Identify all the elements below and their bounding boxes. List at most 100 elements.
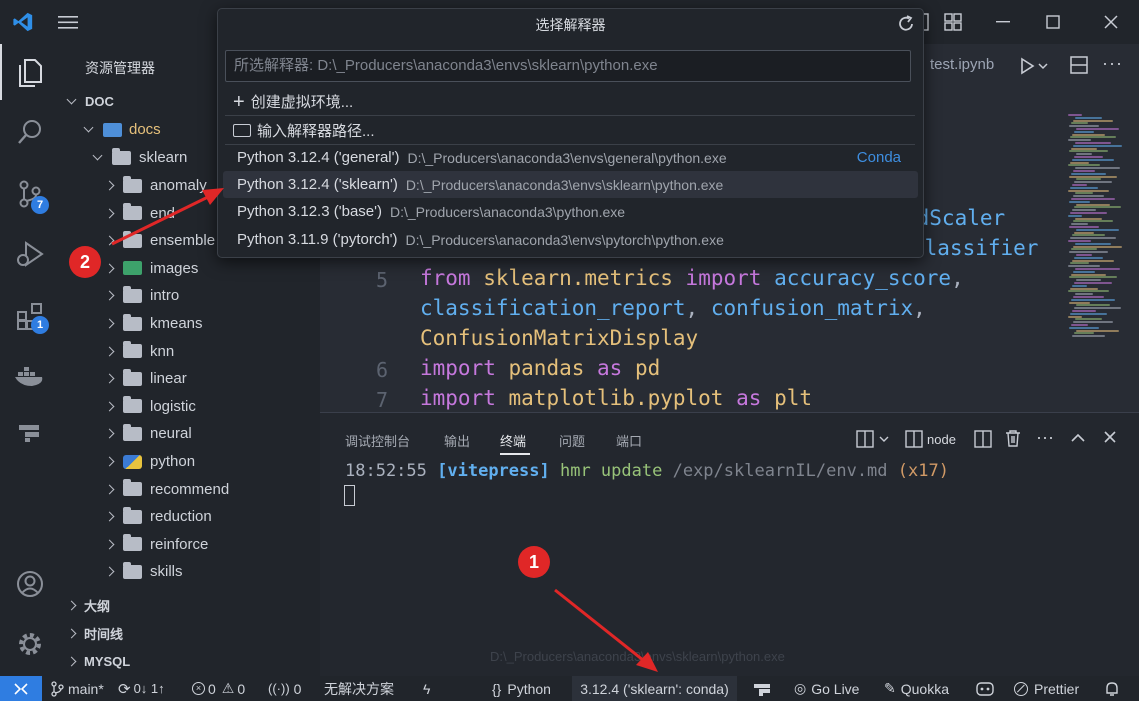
chevron-right-icon (104, 318, 115, 329)
folder-label: python (150, 453, 196, 470)
remote-explorer-icon[interactable] (0, 404, 60, 460)
folder-open-icon (112, 147, 131, 165)
terminal-layout-icon[interactable] (856, 430, 892, 453)
enter-path-action[interactable]: 输入解释器路径... (223, 117, 918, 144)
split-terminal-icon[interactable] (974, 430, 992, 453)
minimize-icon[interactable] (980, 0, 1026, 44)
section-timeline[interactable]: 时间线 (60, 620, 320, 647)
vscode-logo-icon (8, 0, 38, 44)
interpreter-option-pytorch[interactable]: Python 3.11.9 ('pytorch') D:\_Producers\… (223, 226, 918, 253)
split-editor-icon[interactable] (1070, 56, 1088, 79)
interpreter-input[interactable]: 所选解释器: D:\_Producers\anaconda3\envs\skle… (225, 50, 911, 82)
tree-folder-knn[interactable]: knn (60, 338, 320, 365)
folder-icon (123, 175, 142, 193)
section-mysql[interactable]: MYSQL (60, 648, 320, 675)
close-panel-icon[interactable] (1103, 430, 1117, 449)
more-actions-icon[interactable]: ··· (1102, 53, 1123, 74)
menu-icon[interactable] (54, 0, 82, 44)
problems-indicator[interactable]: × 0 ⚠ 0 (192, 676, 245, 701)
interpreter-option-sklearn[interactable]: Python 3.12.4 ('sklearn') D:\_Producers\… (223, 171, 918, 198)
tab-terminal[interactable]: 终端 (500, 431, 526, 450)
tree-folder-intro[interactable]: intro (60, 282, 320, 309)
panel-more-icon[interactable]: ··· (1036, 427, 1054, 448)
create-venv-action[interactable]: + 创建虚拟环境... (223, 88, 918, 115)
tab-problems[interactable]: 问题 (559, 431, 585, 450)
docker-icon[interactable] (0, 348, 60, 404)
git-branch[interactable]: main* (50, 676, 104, 701)
notifications-bell-icon[interactable] (1104, 676, 1120, 701)
folder-icon (123, 313, 142, 331)
solution-indicator[interactable]: 无解决方案 (324, 676, 394, 701)
folder-label: skills (150, 563, 183, 581)
lightning-icon[interactable]: ϟ (423, 676, 430, 701)
tree-folder-kmeans[interactable]: kmeans (60, 310, 320, 337)
terminal-shell-name[interactable]: node (927, 432, 956, 447)
error-icon: × (192, 682, 205, 695)
chevron-right-icon (104, 208, 115, 219)
tree-folder-python[interactable]: python (60, 448, 320, 475)
callout-2: 2 (69, 246, 101, 278)
explorer-icon[interactable] (0, 44, 60, 100)
tree-folder-reinforce[interactable]: reinforce (60, 531, 320, 558)
chevron-right-icon (104, 428, 115, 439)
editor-tab[interactable]: test.ipynb (930, 56, 994, 73)
copilot-icon[interactable] (976, 676, 994, 701)
line-number: 6 (376, 358, 389, 382)
remote-icon[interactable] (752, 676, 772, 701)
source-control-icon[interactable]: 7 (0, 166, 60, 222)
tree-folder-neural[interactable]: neural (60, 420, 320, 447)
tree-folder-logistic[interactable]: logistic (60, 393, 320, 420)
interpreter-option-base[interactable]: Python 3.12.3 ('base') D:\_Producers\ana… (223, 198, 918, 225)
folder-icon (123, 203, 142, 221)
code-line-5: from sklearn.metrics import accuracy_sco… (420, 266, 964, 290)
folder-label: logistic (150, 397, 196, 415)
customize-layout-icon[interactable] (940, 0, 966, 44)
close-icon[interactable] (1088, 0, 1134, 44)
ports-indicator[interactable]: ((·)) 0 (268, 676, 301, 701)
interpreter-option-general[interactable]: Python 3.12.4 ('general') D:\_Producers\… (223, 144, 918, 171)
run-icon[interactable] (1020, 56, 1050, 81)
git-sync[interactable]: ⟳ 0↓ 1↑ (118, 676, 165, 701)
tree-folder-linear[interactable]: linear (60, 365, 320, 392)
tab-output[interactable]: 输出 (444, 431, 470, 450)
callout-1: 1 (518, 546, 550, 578)
remote-indicator-icon[interactable] (0, 676, 42, 701)
chevron-right-icon (104, 263, 115, 274)
maximize-icon[interactable] (1030, 0, 1076, 44)
trash-icon[interactable] (1005, 429, 1021, 452)
refresh-icon[interactable] (896, 14, 916, 39)
folder-label: images (150, 259, 199, 277)
quokka-icon: ✎ (884, 680, 896, 696)
python-interpreter-selector[interactable]: 3.12.4 ('sklearn': conda) (572, 676, 737, 701)
section-outline[interactable]: 大纲 (60, 592, 320, 619)
run-debug-icon[interactable] (0, 226, 60, 282)
quokka-button[interactable]: ✎ Quokka (884, 676, 949, 701)
extensions-icon[interactable]: 1 (0, 288, 60, 344)
tab-debug-console[interactable]: 调试控制台 (345, 431, 410, 450)
no-entry-icon (1014, 681, 1028, 696)
search-icon[interactable] (0, 104, 60, 160)
folder-icon (123, 396, 142, 414)
account-icon[interactable] (0, 556, 60, 612)
folder-label: intro (150, 287, 180, 305)
prettier-button[interactable]: Prettier (1014, 676, 1079, 701)
line-number: 5 (376, 268, 389, 292)
folder-label: anomaly (150, 177, 207, 194)
terminal-cursor[interactable] (344, 485, 355, 506)
tab-ports[interactable]: 端口 (616, 431, 642, 450)
tree-folder-recommend[interactable]: recommend (60, 476, 320, 503)
code-line-6: import pandas as pd (420, 356, 661, 380)
maximize-panel-icon[interactable] (1070, 431, 1086, 449)
chevron-right-icon (104, 566, 115, 577)
terminal-node-icon[interactable] (905, 430, 923, 453)
broadcast-icon: ◎ (794, 680, 807, 696)
tree-folder-skills[interactable]: skills (60, 558, 320, 585)
language-mode[interactable]: {} Python (492, 676, 551, 701)
scm-badge: 7 (31, 196, 49, 214)
minimap[interactable] (1068, 114, 1124, 344)
tree-folder-reduction[interactable]: reduction (60, 503, 320, 530)
chevron-right-icon (104, 511, 115, 522)
go-live-button[interactable]: ◎ Go Live (794, 676, 859, 701)
code-line-5c: ConfusionMatrixDisplay (420, 326, 699, 350)
settings-gear-icon[interactable] (0, 616, 60, 672)
